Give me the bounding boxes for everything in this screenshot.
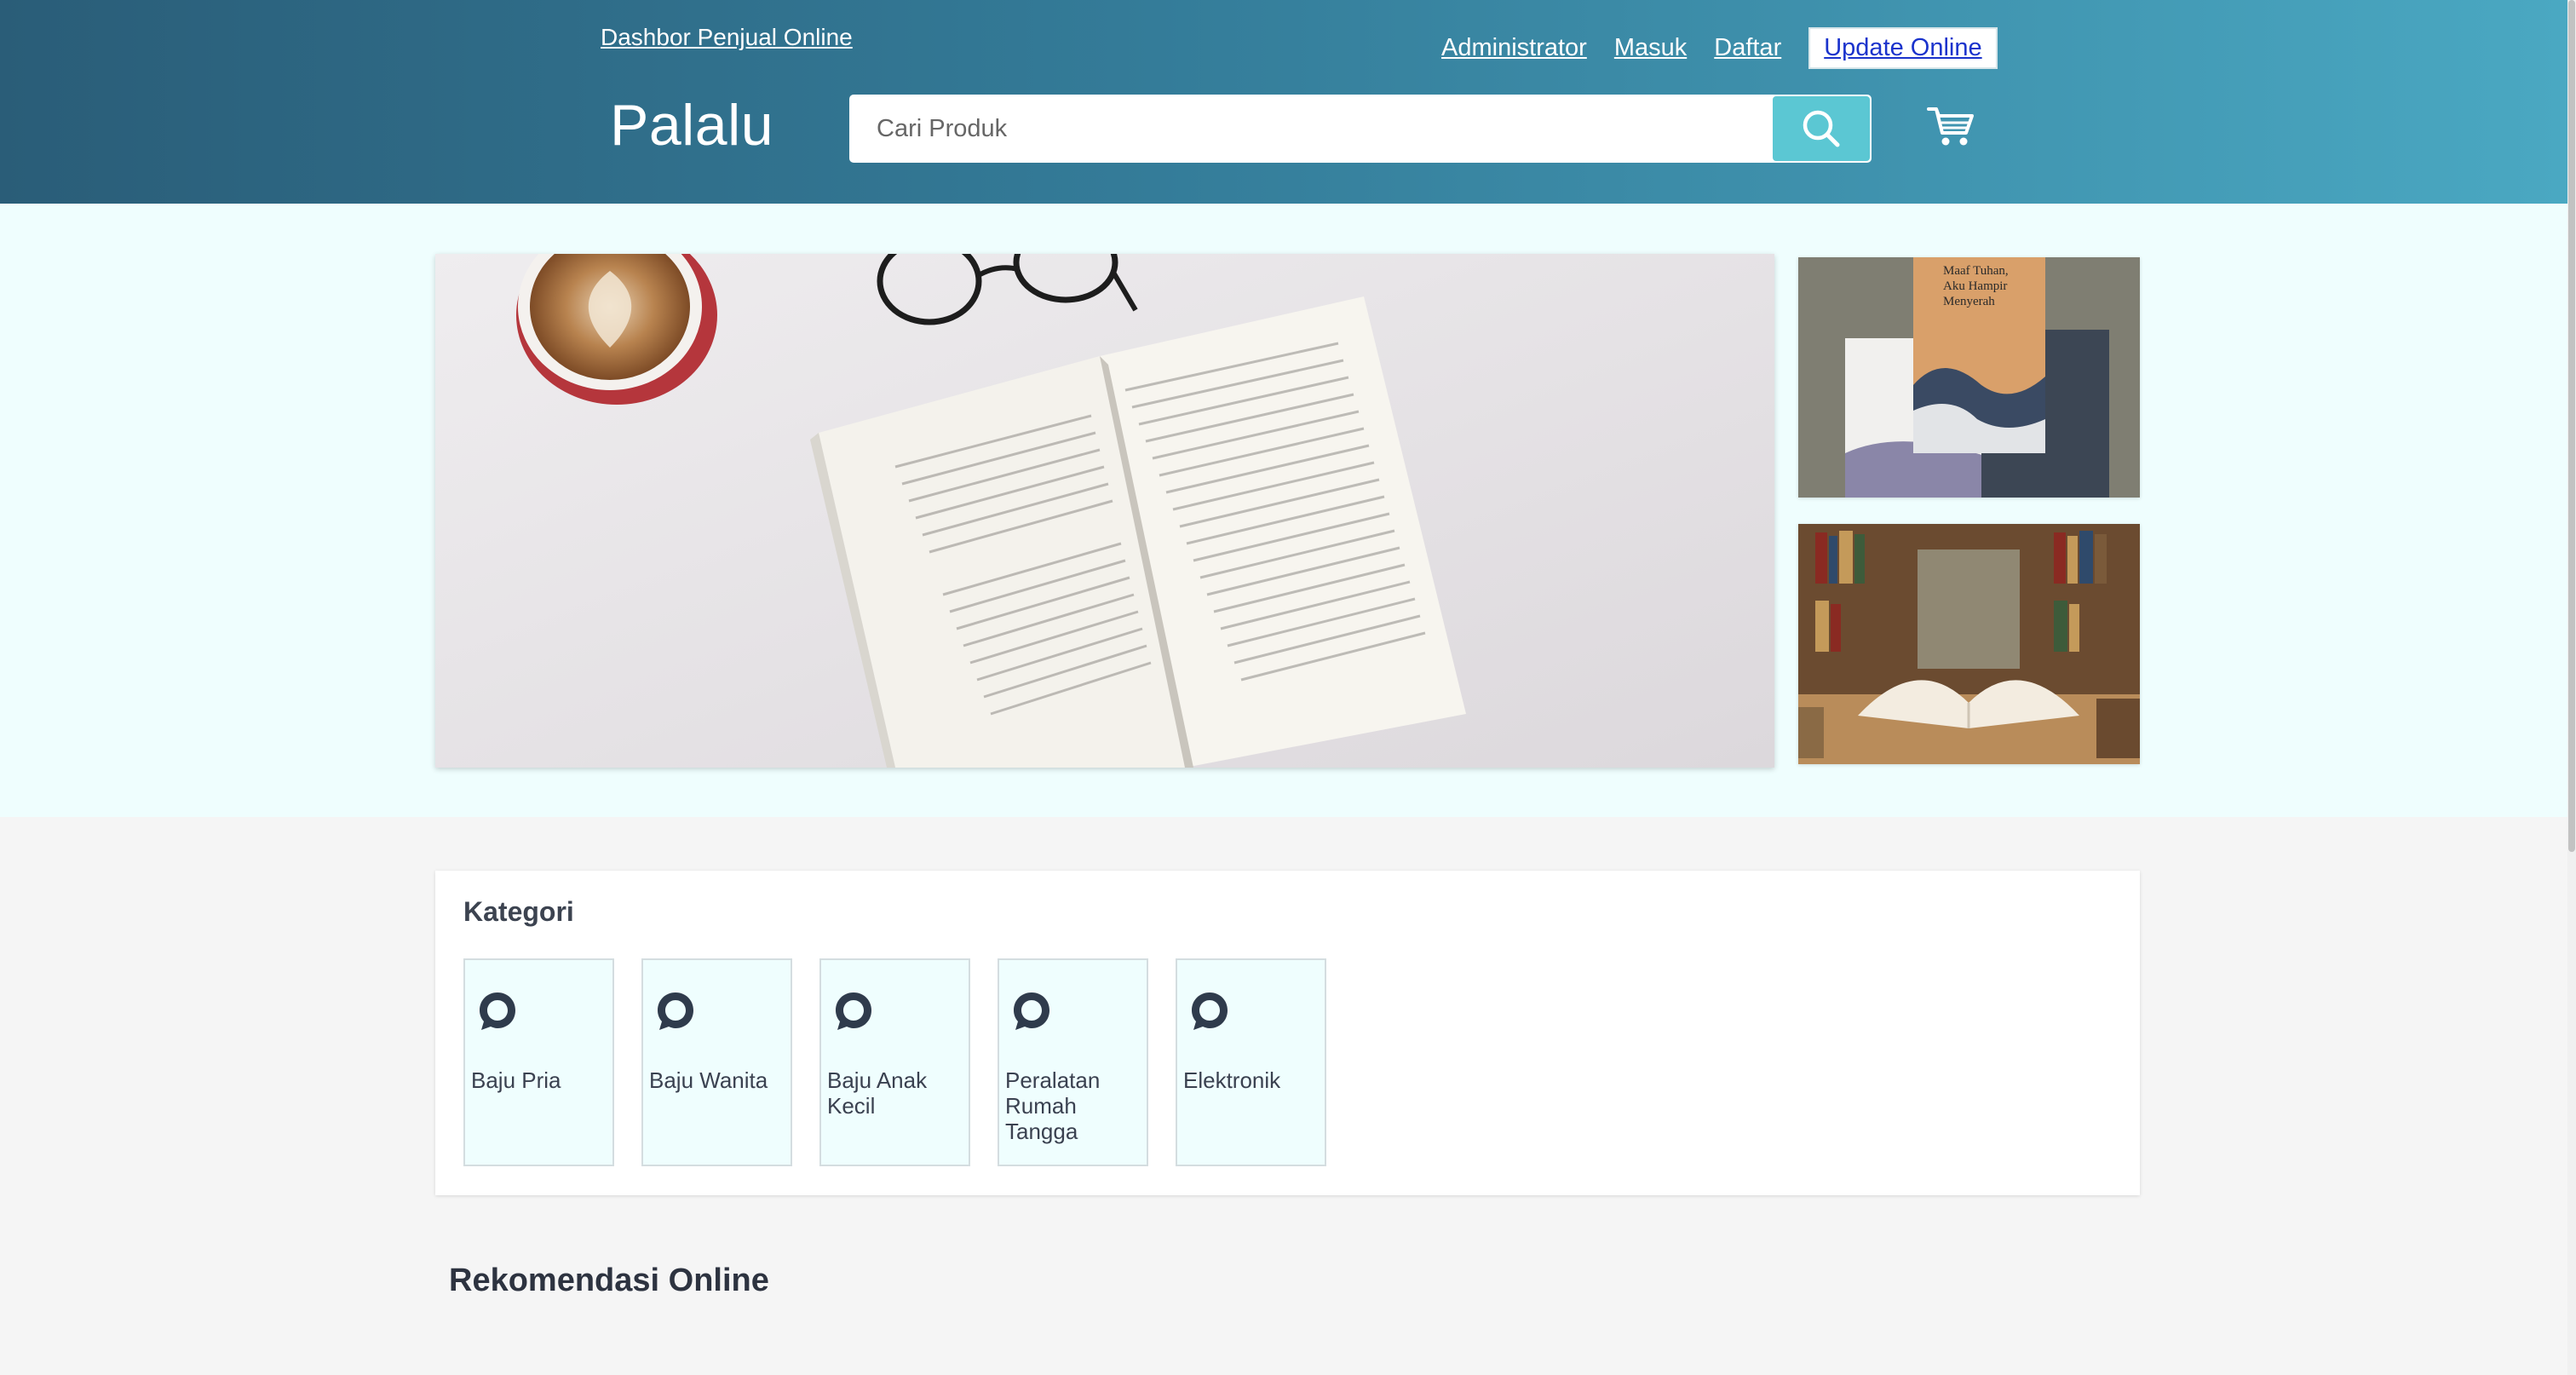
category-label: Baju Pria: [471, 1067, 561, 1093]
category-list: Baju Pria Baju Wanita Baju Anak Kecil Pe…: [463, 958, 1354, 1166]
category-baju-anak-kecil[interactable]: Baju Anak Kecil: [819, 958, 970, 1166]
hero-section: Maaf Tuhan, Aku Hampir Menyerah: [0, 204, 2567, 817]
svg-text:Menyerah: Menyerah: [1943, 295, 1995, 308]
search-icon: [1803, 110, 1840, 147]
chat-bubble-icon: [836, 992, 871, 1030]
chat-bubble-icon: [1014, 992, 1049, 1030]
svg-text:Maaf Tuhan,: Maaf Tuhan,: [1943, 264, 2009, 278]
category-label: Elektronik: [1183, 1067, 1281, 1093]
category-peralatan-rumah-tangga[interactable]: Peralatan Rumah Tangga: [998, 958, 1148, 1166]
category-baju-wanita[interactable]: Baju Wanita: [641, 958, 792, 1166]
register-link[interactable]: Daftar: [1714, 34, 1781, 62]
search-input[interactable]: [849, 95, 1771, 163]
svg-text:Aku Hampir: Aku Hampir: [1943, 279, 2007, 293]
brand-logo[interactable]: Palalu: [610, 92, 773, 158]
category-section: Kategori Baju Pria Baju Wanita Baju Anak…: [435, 871, 2140, 1195]
main-banner[interactable]: [435, 254, 1774, 768]
book-stack-image: Maaf Tuhan, Aku Hampir Menyerah: [1798, 257, 2140, 498]
top-nav: Administrator Masuk Daftar Update Online: [1441, 26, 1998, 69]
category-baju-pria[interactable]: Baju Pria: [463, 958, 614, 1166]
side-banner-books[interactable]: Maaf Tuhan, Aku Hampir Menyerah: [1798, 257, 2140, 498]
administrator-link[interactable]: Administrator: [1441, 34, 1587, 62]
search-button[interactable]: [1773, 96, 1870, 161]
category-elektronik[interactable]: Elektronik: [1176, 958, 1326, 1166]
category-title: Kategori: [463, 896, 574, 927]
login-link[interactable]: Masuk: [1614, 34, 1687, 62]
library-image: [1798, 524, 2140, 764]
site-header: Dashbor Penjual Online Administrator Mas…: [0, 0, 2567, 204]
scrollbar-thumb[interactable]: [2568, 0, 2575, 852]
chat-bubble-icon: [658, 992, 693, 1030]
category-label: Baju Anak Kecil: [827, 1067, 928, 1119]
book-coffee-image: [435, 254, 1774, 768]
update-online-link[interactable]: Update Online: [1808, 26, 1998, 69]
chat-bubble-icon: [1192, 992, 1228, 1030]
side-banner-library[interactable]: [1798, 524, 2140, 764]
category-label: Baju Wanita: [649, 1067, 768, 1093]
category-label: Peralatan Rumah Tangga: [1005, 1067, 1101, 1144]
search-bar: [849, 95, 1872, 163]
recommendations-title: Rekomendasi Online: [449, 1263, 769, 1298]
seller-dashboard-link[interactable]: Dashbor Penjual Online: [601, 24, 853, 51]
cart-icon[interactable]: [1927, 104, 1975, 148]
chat-bubble-icon: [480, 992, 515, 1030]
